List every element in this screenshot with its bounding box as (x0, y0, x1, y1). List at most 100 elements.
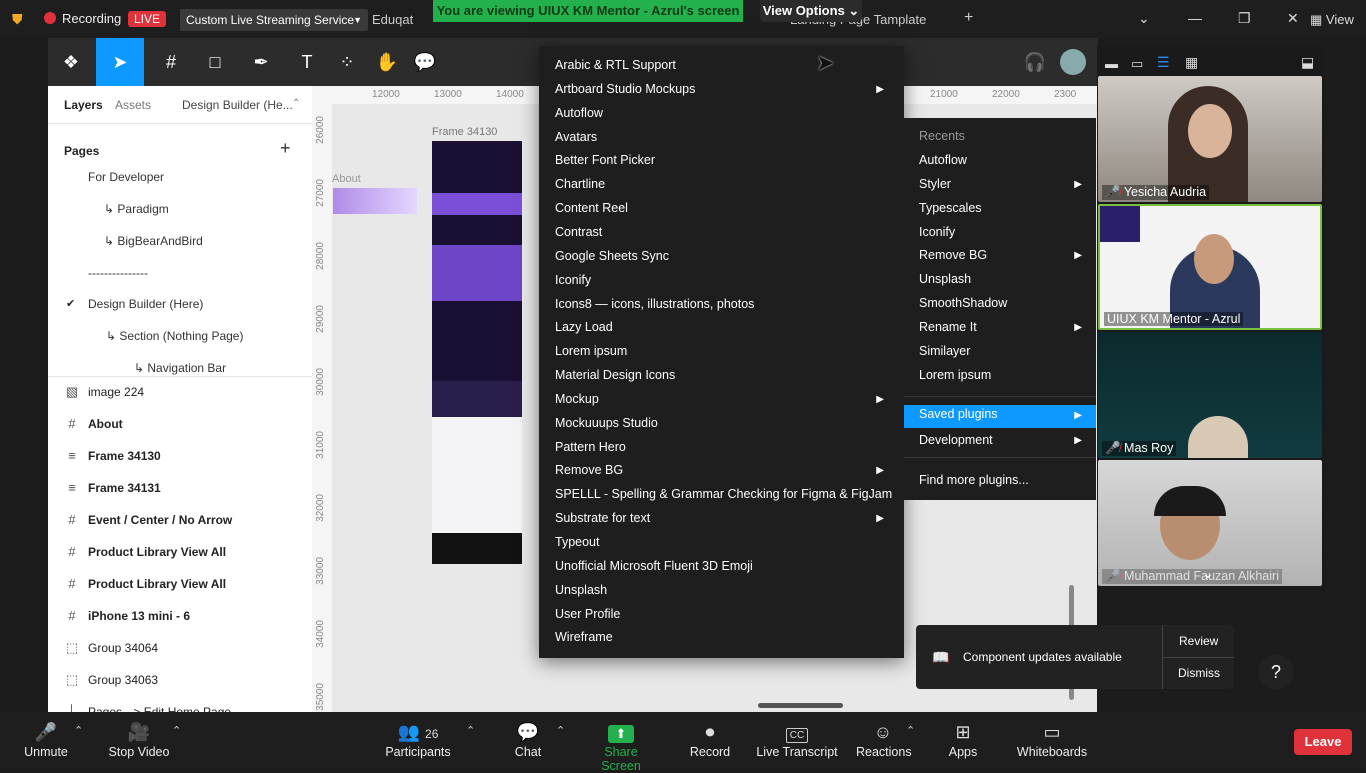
recent-plugin-item[interactable]: Unsplash (919, 269, 971, 289)
tab-layers[interactable]: Layers (64, 98, 103, 112)
speaker-view-icon[interactable]: ☰ (1157, 54, 1170, 71)
plugin-menu-item[interactable]: Unsplash (555, 580, 607, 600)
record-button[interactable]: ⏺ Record (688, 712, 732, 768)
plugin-menu-item[interactable]: Unofficial Microsoft Fluent 3D Emoji (555, 556, 753, 576)
recent-plugin-item[interactable]: Styler (919, 174, 951, 194)
minimize-icon[interactable]: — (1188, 10, 1202, 26)
page-item-current[interactable]: Design Builder (Here) (88, 297, 203, 311)
share-screen-button[interactable]: ⬆ Share Screen (584, 712, 658, 773)
plugin-menu-item[interactable]: Pattern Hero (555, 437, 626, 457)
restore-icon[interactable]: ❐ (1238, 10, 1251, 27)
hide-video-icon[interactable]: ▭ (1131, 56, 1143, 72)
plugin-menu-item[interactable]: Wireframe (555, 627, 613, 647)
chevron-up-icon[interactable]: ⌃ (466, 724, 475, 737)
recent-plugin-item[interactable]: Remove BG (919, 245, 987, 265)
layer-item[interactable]: Group 34064 (88, 641, 158, 655)
gallery-view-icon[interactable]: ▦ (1185, 54, 1198, 71)
plugin-menu-item[interactable]: Avatars (555, 127, 597, 147)
chevron-down-icon[interactable]: ⌄ (1202, 565, 1214, 582)
chat-button[interactable]: 💬 Chat (508, 712, 548, 768)
saved-plugins-item[interactable]: Saved plugins ▶ (904, 405, 1096, 428)
chevron-up-icon[interactable]: ⌃ (172, 724, 181, 737)
plugin-menu-item[interactable]: Artboard Studio Mockups (555, 79, 695, 99)
recent-plugin-item[interactable]: Autoflow (919, 150, 967, 170)
live-transcript-button[interactable]: CC Live Transcript (756, 712, 838, 768)
video-tile[interactable]: 🎤̸ Muhammad Fauzan Alkhairi ⌄ (1098, 460, 1322, 586)
recent-plugin-item[interactable]: Similayer (919, 341, 970, 361)
stream-service-dropdown[interactable]: Custom Live Streaming Service ▼ (180, 9, 368, 31)
plugin-menu-item[interactable]: Mockuuups Studio (555, 413, 658, 433)
chevron-up-icon[interactable]: ⌃ (556, 724, 565, 737)
page-item[interactable]: For Developer (88, 170, 164, 184)
unmute-button[interactable]: 🎤 Unmute (16, 712, 76, 768)
plugin-menu-item[interactable]: Typeout (555, 532, 599, 552)
text-tool-icon[interactable]: T (288, 38, 326, 86)
add-page-icon[interactable]: + (280, 138, 291, 159)
plugin-menu-item[interactable]: Substrate for text (555, 508, 650, 528)
page-item[interactable]: ↳ Section (Nothing Page) (106, 329, 243, 343)
plugin-menu-item[interactable]: Content Reel (555, 198, 628, 218)
page-item[interactable]: ↳ Navigation Bar (134, 361, 226, 375)
recent-plugin-item[interactable]: Iconify (919, 222, 955, 242)
layer-item[interactable]: Product Library View All (88, 577, 226, 591)
frame-preview[interactable] (432, 141, 522, 564)
plugin-menu-item[interactable]: Google Sheets Sync (555, 246, 669, 266)
plugin-menu-item[interactable]: Lazy Load (555, 317, 613, 337)
chevron-up-icon[interactable]: ⌃ (906, 724, 915, 737)
plugin-menu-item[interactable]: Contrast (555, 222, 602, 242)
help-button[interactable]: ? (1258, 654, 1294, 690)
recent-plugin-item[interactable]: Lorem ipsum (919, 365, 991, 385)
about-frame[interactable] (333, 188, 417, 214)
rectangle-tool-icon[interactable]: □ (196, 38, 234, 86)
frame-label[interactable]: Frame 34130 (432, 126, 497, 138)
view-options-button[interactable]: View Options ⌄ (760, 0, 862, 22)
whiteboards-button[interactable]: ▭ Whiteboards (1016, 712, 1088, 768)
plugin-menu-item[interactable]: Arabic & RTL Support (555, 55, 676, 75)
chevron-down-icon[interactable]: ⌄ (1138, 10, 1150, 27)
close-icon[interactable]: ✕ (1287, 10, 1299, 27)
plugin-menu-item[interactable]: Mockup (555, 389, 599, 409)
apps-button[interactable]: ⊞ Apps (946, 712, 980, 768)
reactions-button[interactable]: ☺ Reactions (856, 712, 912, 768)
chevron-up-icon[interactable]: ⌃ (292, 98, 300, 109)
exit-fullscreen-icon[interactable]: ⬓ (1301, 54, 1314, 71)
plugin-menu-item[interactable]: Iconify (555, 270, 591, 290)
browser-tab-eduqat[interactable]: Eduqat (372, 12, 413, 27)
pen-tool-icon[interactable]: ✒ (242, 38, 280, 86)
plugin-menu-item[interactable]: Chartline (555, 174, 605, 194)
plugin-menu-item[interactable]: Material Design Icons (555, 365, 675, 385)
plugin-menu-item[interactable]: SPELLL - Spelling & Grammar Checking for… (555, 484, 892, 504)
video-tile-active-speaker[interactable]: UIUX KM Mentor - Azrul (1098, 204, 1322, 330)
page-item[interactable]: ↳ BigBearAndBird (104, 234, 203, 248)
tab-page-selector[interactable]: Design Builder (He... (182, 98, 293, 112)
live-badge[interactable]: LIVE (128, 11, 167, 27)
recent-plugin-item[interactable]: Rename It (919, 317, 977, 337)
plugin-menu-item[interactable]: Remove BG (555, 460, 623, 480)
layer-item[interactable]: Event / Center / No Arrow (88, 513, 232, 527)
recent-plugin-item[interactable]: SmoothShadow (919, 293, 1007, 313)
frame-tool-icon[interactable]: # (152, 38, 190, 86)
leave-button[interactable]: Leave (1294, 729, 1352, 755)
headphones-icon[interactable]: 🎧 (1016, 38, 1054, 86)
layer-item[interactable]: Group 34063 (88, 673, 158, 687)
development-menu-item[interactable]: Development (919, 430, 993, 450)
review-button[interactable]: Review (1179, 634, 1218, 648)
stop-video-button[interactable]: 🎥 Stop Video (104, 712, 174, 768)
plugin-menu-item[interactable]: Icons8 — icons, illustrations, photos (555, 294, 754, 314)
page-item[interactable]: ↳ Paradigm (104, 202, 169, 216)
move-tool-icon[interactable]: ➤ (96, 38, 144, 86)
plugin-menu-item[interactable]: Autoflow (555, 103, 603, 123)
chevron-up-icon[interactable]: ⌃ (74, 724, 83, 737)
resources-icon[interactable]: ⁘ (328, 38, 366, 86)
recent-plugin-item[interactable]: Typescales (919, 198, 982, 218)
layer-item[interactable]: Product Library View All (88, 545, 226, 559)
find-more-plugins[interactable]: Find more plugins... (919, 470, 1029, 490)
page-divider[interactable]: --------------- (88, 266, 148, 280)
new-tab-icon[interactable]: + (964, 9, 973, 27)
figma-menu-icon[interactable]: ❖ (52, 38, 90, 86)
minimize-video-icon[interactable]: ▬ (1105, 56, 1118, 71)
video-tile[interactable]: 🎤̸ Yesicha Audria (1098, 76, 1322, 202)
video-tile[interactable]: 🎤̸ Mas Roy (1098, 332, 1322, 458)
recording-label[interactable]: Recording (62, 11, 121, 26)
layer-item[interactable]: Frame 34131 (88, 481, 161, 495)
